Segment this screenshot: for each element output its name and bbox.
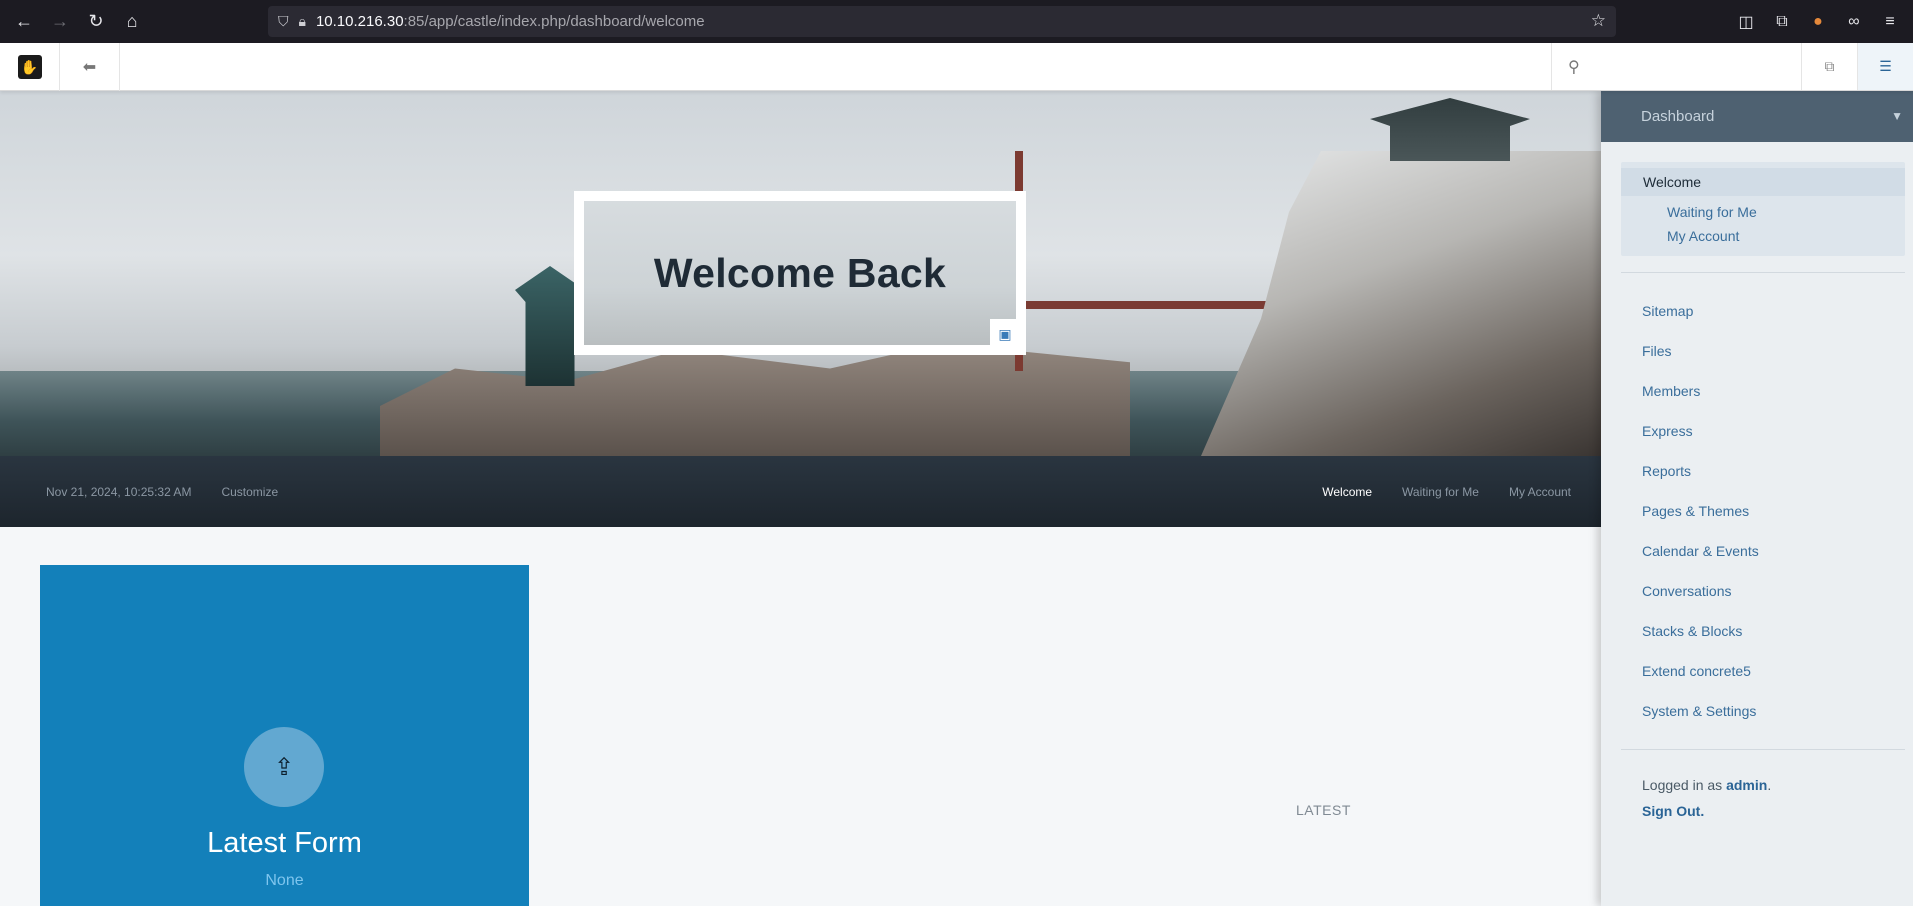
- current-datetime: Nov 21, 2024, 10:25:32 AM: [46, 484, 192, 499]
- reload-icon[interactable]: ↻: [78, 4, 114, 40]
- panel-link-reports[interactable]: Reports: [1601, 451, 1913, 491]
- panel-link-extend-concrete5[interactable]: Extend concrete5: [1601, 651, 1913, 691]
- panel-header-title: Dashboard: [1641, 108, 1715, 125]
- pocket-icon[interactable]: ◫: [1731, 4, 1761, 40]
- panel-header[interactable]: Dashboard ▼: [1601, 91, 1913, 142]
- sign-out-link[interactable]: Sign Out.: [1642, 798, 1913, 824]
- back-icon[interactable]: ⬅: [60, 43, 120, 91]
- dashboard-sliders-icon[interactable]: ☰: [1857, 43, 1913, 90]
- panel-subitem-waiting-for-me[interactable]: Waiting for Me: [1621, 200, 1905, 224]
- menu-icon[interactable]: ≡: [1875, 4, 1905, 40]
- logged-in-text: Logged in as admin.: [1642, 777, 1772, 793]
- panel-active-section: Welcome Waiting for Me My Account: [1621, 162, 1905, 256]
- welcome-title: Welcome Back: [653, 249, 947, 296]
- cms-toolbar: ✋ ⬅ ⚲ ⧉ ☰: [0, 43, 1913, 91]
- panel-divider-bottom: [1621, 749, 1905, 750]
- url-path: :85/app/castle/index.php/dashboard/welco…: [403, 13, 705, 30]
- hero-pavilion: [1370, 98, 1530, 161]
- panel-link-stacks-blocks[interactable]: Stacks & Blocks: [1601, 611, 1913, 651]
- url-host: 10.10.216.30: [315, 13, 404, 30]
- panel-link-members[interactable]: Members: [1601, 371, 1913, 411]
- welcome-card: Welcome Back ▣: [574, 191, 1026, 355]
- dashboard-panel: Dashboard ▼ Welcome Waiting for Me My Ac…: [1601, 91, 1913, 906]
- panel-link-system-settings[interactable]: System & Settings: [1601, 691, 1913, 731]
- panel-subitem-my-account[interactable]: My Account: [1621, 224, 1905, 248]
- main-content: ⇪ Latest Form None LATEST: [0, 527, 1601, 906]
- cms-logo[interactable]: ✋: [0, 43, 60, 91]
- nav-link-welcome[interactable]: Welcome: [1322, 485, 1372, 499]
- panel-footer: Logged in as admin. Sign Out.: [1642, 772, 1913, 824]
- home-icon[interactable]: ⌂: [114, 4, 150, 40]
- hand-logo-icon: ✋: [17, 55, 42, 79]
- address-bar[interactable]: ⛉ 🔒︎ 10.10.216.30:85/app/castle/index.ph…: [268, 6, 1616, 37]
- panel-link-conversations[interactable]: Conversations: [1601, 571, 1913, 611]
- nav-link-my-account[interactable]: My Account: [1509, 485, 1571, 499]
- latest-label: LATEST: [1296, 802, 1351, 818]
- panel-link-list: Sitemap Files Members Express Reports Pa…: [1601, 291, 1913, 731]
- customize-link[interactable]: Customize: [221, 485, 278, 499]
- panel-link-sitemap[interactable]: Sitemap: [1601, 291, 1913, 331]
- panel-item-welcome[interactable]: Welcome: [1621, 168, 1905, 196]
- search-icon: ⚲: [1568, 58, 1580, 76]
- panel-divider: [1621, 272, 1905, 273]
- extensions-icon[interactable]: ⧉: [1767, 4, 1797, 40]
- back-arrow-icon[interactable]: ←: [6, 4, 42, 40]
- lock-icon[interactable]: 🔒︎: [299, 13, 306, 30]
- shield-icon[interactable]: ⛉: [278, 13, 289, 30]
- bookmark-star-icon[interactable]: ☆: [1591, 11, 1606, 31]
- extension-mask-icon[interactable]: ∞: [1839, 4, 1869, 40]
- extension-fox-icon[interactable]: ●: [1803, 4, 1833, 40]
- browser-toolbar: ← → ↻ ⌂ ⛉ 🔒︎ 10.10.216.30:85/app/castle/…: [0, 0, 1913, 43]
- panel-link-pages-themes[interactable]: Pages & Themes: [1601, 491, 1913, 531]
- nav-link-waiting-for-me[interactable]: Waiting for Me: [1402, 485, 1479, 499]
- intelligent-search-icon[interactable]: ⧉: [1801, 43, 1857, 90]
- welcome-card-inner: Welcome Back ▣: [584, 201, 1020, 349]
- username-link[interactable]: admin: [1726, 777, 1767, 793]
- latest-form-tile[interactable]: ⇪ Latest Form None: [40, 565, 529, 906]
- upload-icon: ⇪: [244, 727, 324, 807]
- tile-title: Latest Form: [207, 827, 362, 859]
- logged-in-prefix: Logged in as: [1642, 777, 1723, 793]
- search-field[interactable]: ⚲: [1551, 43, 1801, 90]
- url-text[interactable]: 10.10.216.30:85/app/castle/index.php/das…: [316, 13, 705, 30]
- panel-link-express[interactable]: Express: [1601, 411, 1913, 451]
- tile-subtitle: None: [265, 872, 304, 889]
- dashboard-nav-links: Welcome Waiting for Me My Account: [1322, 456, 1571, 527]
- panel-link-calendar-events[interactable]: Calendar & Events: [1601, 531, 1913, 571]
- caret-down-icon[interactable]: ▼: [1891, 109, 1903, 123]
- forward-arrow-icon[interactable]: →: [42, 4, 78, 40]
- dashboard-nav-bar: Nov 21, 2024, 10:25:32 AM Customize Welc…: [0, 456, 1601, 527]
- image-icon[interactable]: ▣: [990, 319, 1020, 349]
- panel-link-files[interactable]: Files: [1601, 331, 1913, 371]
